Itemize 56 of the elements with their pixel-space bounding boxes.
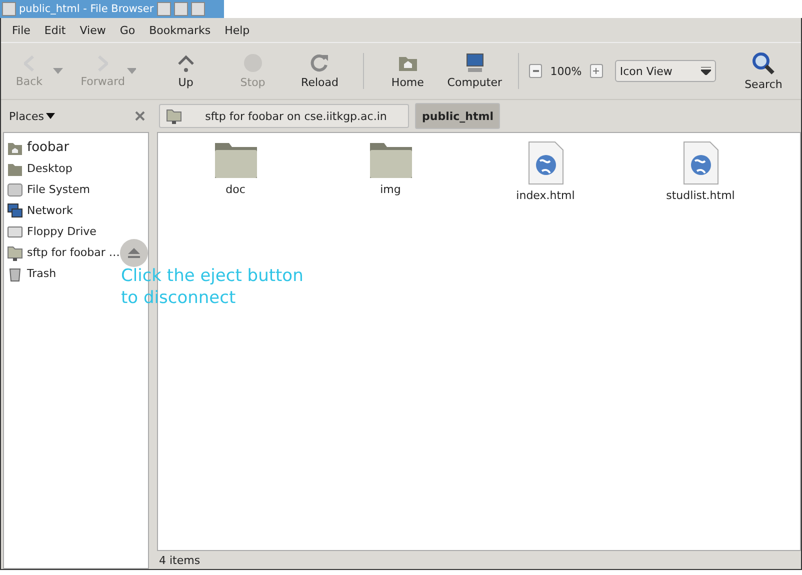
places-label: Places (9, 110, 44, 122)
sidebar-item[interactable]: Desktop (4, 158, 72, 179)
reload-icon (310, 53, 330, 73)
plus-icon (593, 68, 600, 74)
web-page-icon (682, 141, 718, 185)
folder-icon (368, 141, 412, 179)
network-folder-icon (7, 244, 23, 260)
status-text: 4 items (159, 554, 200, 566)
zoom-level: 100% (550, 64, 582, 78)
minus-icon (532, 70, 539, 72)
menu-item[interactable]: Help (218, 24, 257, 36)
network-folder-icon (166, 108, 182, 124)
toolbar-button[interactable]: Reload (286, 53, 354, 89)
menu-item[interactable]: Go (112, 24, 142, 36)
folder-icon (214, 141, 258, 179)
web-page-tile[interactable]: index.html (468, 141, 623, 202)
view-select[interactable]: Icon View (614, 60, 716, 82)
web-page-icon (528, 141, 564, 185)
sidebar-item[interactable]: sftp for foobar … (4, 242, 120, 263)
zoom-out-button[interactable] (529, 64, 542, 78)
sidebar-item[interactable]: foobar (4, 137, 70, 158)
close-button[interactable] (190, 2, 205, 16)
window-title: public_html - File Browser (19, 3, 154, 15)
drive-icon (7, 224, 23, 240)
menu-item[interactable]: View (72, 24, 113, 36)
path-button[interactable]: sftp for foobar on cse.iitkgp.ac.in (159, 104, 409, 128)
toolbar-button[interactable]: Search (730, 51, 797, 91)
sidebar-item[interactable]: Floppy Drive (4, 221, 96, 242)
toolbar-button[interactable]: Computer (441, 53, 508, 89)
close-icon[interactable] (135, 111, 145, 121)
web-page-tile[interactable]: studlist.html (623, 141, 778, 202)
trash-icon (7, 266, 23, 282)
minimize-button[interactable] (156, 2, 171, 16)
folder-tile[interactable]: doc (158, 141, 313, 196)
toolbar-button[interactable]: Home (374, 53, 442, 89)
sidebar-item[interactable]: File System (4, 179, 90, 200)
menu-item[interactable]: Edit (37, 24, 73, 36)
folder-tile[interactable]: img (313, 141, 468, 196)
eject-icon (128, 248, 140, 258)
annotation-text: Click the eject button to disconnect (121, 265, 304, 309)
dropdown-arrow-icon[interactable] (46, 113, 55, 119)
maximize-button[interactable] (174, 2, 188, 16)
window-menu-icon[interactable] (2, 2, 16, 16)
computer-icon (464, 53, 485, 73)
path-button[interactable]: public_html (415, 103, 500, 129)
dropdown-arrow-icon (700, 67, 711, 75)
menu-item[interactable]: Bookmarks (142, 24, 218, 36)
network-icon (7, 202, 23, 218)
up-arrow-icon (176, 53, 196, 73)
search-icon (751, 51, 776, 75)
eject-button[interactable] (120, 238, 148, 266)
sidebar-item[interactable]: Trash (4, 263, 56, 284)
menu-item[interactable]: File (5, 24, 38, 36)
zoom-in-button[interactable] (590, 64, 603, 78)
sidebar-item[interactable]: Network (4, 200, 73, 221)
toolbar-button[interactable]: Up (152, 53, 220, 89)
